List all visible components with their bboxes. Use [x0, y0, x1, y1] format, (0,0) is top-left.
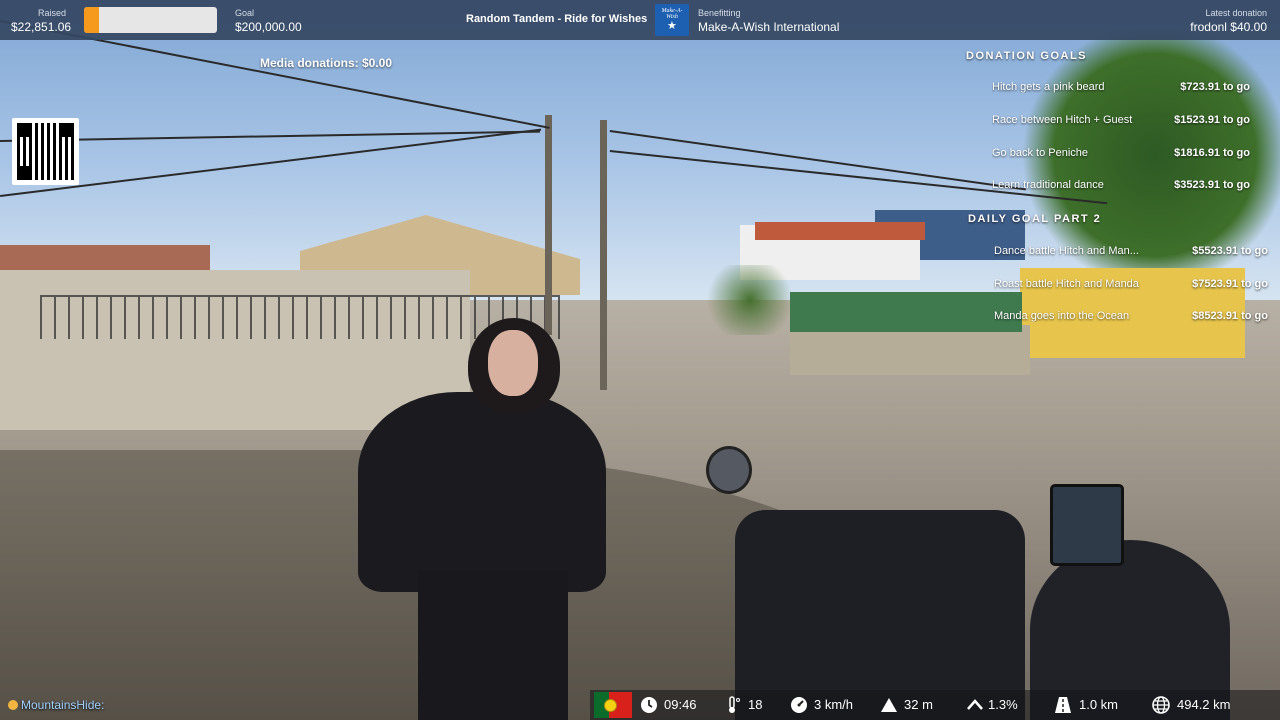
grade-value: 1.3% [988, 697, 1018, 712]
campaign-title: Random Tandem - Ride for Wishes [466, 13, 648, 25]
goal-amount: $1523.91 to go [1174, 114, 1250, 126]
daily-goal-name: Roast battle Hitch and Manda [994, 278, 1139, 290]
goal-name: Race between Hitch + Guest [992, 114, 1133, 126]
make-a-wish-logo: Make-A-Wish ★ [655, 4, 689, 36]
clock-icon [641, 697, 657, 713]
bike-mirror [706, 446, 752, 494]
latest-donation-label: Latest donation [1205, 8, 1267, 18]
donation-progress-bar [84, 7, 217, 33]
daily-goal-amount: $7523.91 to go [1192, 278, 1268, 290]
low-wall [790, 325, 1030, 375]
mountain-icon [881, 698, 897, 712]
speed-value: 3 km/h [814, 697, 854, 712]
tandem-bike [735, 510, 1025, 720]
goal-name: Learn traditional dance [992, 179, 1104, 191]
person-torso [358, 392, 606, 592]
distance-total-value: 494.2 km [1177, 697, 1231, 712]
video-frame [0, 0, 1280, 720]
star-icon: ★ [667, 19, 677, 32]
daily-goal-amount: $5523.91 to go [1192, 245, 1268, 257]
daily-goal-heading: DAILY GOAL PART 2 [968, 213, 1102, 225]
portugal-flag-icon [594, 692, 632, 718]
stats-bottombar: MountainsHide: 09:46 18 3 km/h 32 m 1.3%… [0, 690, 1280, 720]
green-fence [790, 292, 1022, 332]
person-face [488, 330, 538, 396]
goal-amount: $723.91 to go [1180, 81, 1250, 93]
bike-phone-mount [1050, 484, 1124, 566]
globe-icon [1152, 696, 1170, 714]
benefitting-label: Benefitting [698, 8, 741, 18]
qr-code[interactable] [12, 118, 79, 185]
benefitting-value: Make-A-Wish International [698, 20, 840, 34]
daily-goal-name: Dance battle Hitch and Man... [994, 245, 1139, 257]
progress-fill [84, 7, 100, 33]
username: MountainsHide: [21, 698, 105, 712]
daily-goal-amount: $8523.91 to go [1192, 310, 1268, 322]
goal-name: Go back to Peniche [992, 147, 1089, 159]
qr-code-pattern [17, 123, 74, 180]
daily-goal-name: Manda goes into the Ocean [994, 310, 1130, 322]
goal-label: Goal [235, 8, 255, 18]
thermometer-icon [729, 696, 740, 713]
chat-user[interactable]: MountainsHide: [8, 698, 104, 712]
user-badge-icon [8, 700, 18, 710]
utility-pole [545, 115, 552, 335]
latest-donation-value: frodonl $40.00 [1190, 20, 1267, 34]
flag-emblem [604, 699, 617, 712]
distance-day-value: 1.0 km [1079, 697, 1119, 712]
goals-heading: DONATION GOALS [966, 50, 1088, 62]
media-donations: Media donations: $0.00 [260, 56, 393, 70]
goal-amount: $1816.91 to go [1174, 147, 1250, 159]
goal-amount: $3523.91 to go [1174, 179, 1250, 191]
raised-label: Raised [38, 8, 67, 18]
speedometer-icon [791, 697, 807, 713]
bush [700, 265, 800, 335]
utility-pole [600, 120, 607, 390]
goal-value: $200,000.00 [235, 20, 302, 34]
red-roof [755, 222, 925, 240]
donation-topbar: Raised $22,851.06 Goal $200,000.00 Rando… [0, 0, 1280, 40]
ride-stats: 09:46 18 3 km/h 32 m 1.3% 1.0 km 494.2 k… [590, 690, 1280, 720]
time-value: 09:46 [664, 697, 697, 712]
altitude-value: 32 m [904, 697, 933, 712]
goal-name: Hitch gets a pink beard [992, 81, 1105, 93]
road-icon [1055, 697, 1071, 713]
chevron-up-icon [967, 699, 983, 710]
raised-value: $22,851.06 [11, 20, 72, 34]
temperature-value: 18 [748, 697, 763, 712]
